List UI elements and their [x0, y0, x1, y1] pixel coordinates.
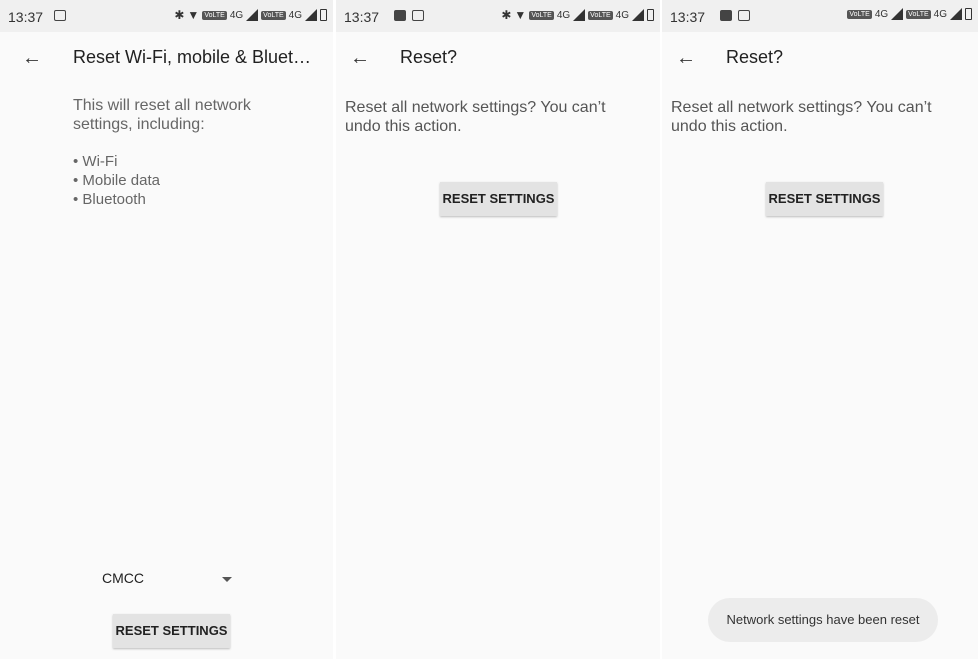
status-bar: 13:37 VoLTE 4G VoLTE 4G: [662, 0, 978, 32]
battery-icon: [647, 9, 654, 21]
status-time: 13:37: [8, 9, 44, 25]
status-time: 13:37: [344, 9, 380, 25]
network-type: 4G: [933, 8, 947, 20]
sim-icon: [54, 10, 66, 21]
page-title: Reset?: [400, 47, 458, 67]
signal-icon: [305, 9, 317, 21]
bluetooth-icon: ✱: [174, 8, 185, 22]
page-title: Reset?: [726, 47, 784, 67]
status-bar: 13:37 ✱ ▼ VoLTE 4G VoLTE 4G: [336, 0, 660, 32]
wifi-icon: ▼: [187, 8, 200, 22]
signal-icon: [891, 8, 904, 20]
sim-icon: [738, 10, 750, 21]
back-arrow-icon[interactable]: ←: [346, 44, 374, 72]
network-type: 4G: [229, 9, 244, 21]
battery-icon: [965, 8, 972, 20]
signal-icon: [950, 8, 962, 20]
network-type: 4G: [288, 9, 302, 21]
list-item: Wi-Fi: [73, 152, 160, 171]
volte-badge: VoLTE: [529, 10, 554, 20]
image-notification-icon: [394, 10, 406, 21]
volte-badge: VoLTE: [261, 10, 286, 20]
status-time: 13:37: [670, 9, 706, 25]
reset-items-list: Wi-Fi Mobile data Bluetooth: [73, 152, 160, 209]
volte-badge: VoLTE: [906, 9, 931, 19]
battery-icon: [320, 9, 327, 21]
list-item: Bluetooth: [73, 190, 160, 209]
reset-settings-button[interactable]: RESET SETTINGS: [113, 614, 230, 648]
app-bar: ← Reset?: [336, 36, 660, 84]
volte-badge: VoLTE: [847, 9, 872, 19]
volte-badge: VoLTE: [202, 10, 227, 20]
status-bar: 13:37 ✱ ▼ VoLTE 4G VoLTE 4G: [0, 0, 333, 32]
list-item: Mobile data: [73, 171, 160, 190]
signal-icon: [573, 9, 586, 21]
network-type: 4G: [556, 9, 571, 21]
confirm-message: Reset all network settings? You can’t un…: [345, 99, 606, 135]
screen-reset-options: 13:37 ✱ ▼ VoLTE 4G VoLTE 4G ← Reset Wi-F…: [0, 0, 333, 659]
reset-description: This will reset all network settings, in…: [73, 97, 251, 133]
reset-settings-button[interactable]: RESET SETTINGS: [766, 182, 883, 216]
app-bar: ← Reset?: [662, 36, 978, 84]
screen-confirm-reset: 13:37 ✱ ▼ VoLTE 4G VoLTE 4G ← Reset? Res…: [336, 0, 660, 659]
reset-settings-button[interactable]: RESET SETTINGS: [440, 182, 557, 216]
back-arrow-icon[interactable]: ←: [18, 44, 46, 72]
back-arrow-icon[interactable]: ←: [672, 44, 700, 72]
image-notification-icon: [720, 10, 732, 21]
wifi-icon: ▼: [514, 8, 527, 22]
screen-reset-done: 13:37 VoLTE 4G VoLTE 4G ← Reset? Reset a…: [662, 0, 978, 659]
network-type: 4G: [874, 8, 889, 20]
signal-icon: [632, 9, 644, 21]
network-type: 4G: [615, 9, 629, 21]
toast-message: Network settings have been reset: [708, 598, 938, 642]
volte-badge: VoLTE: [588, 10, 613, 20]
carrier-label: CMCC: [102, 570, 144, 586]
app-bar: ← Reset Wi-Fi, mobile & Bluet…: [0, 36, 333, 84]
dropdown-arrow-icon[interactable]: [222, 577, 232, 582]
sim-icon: [412, 10, 424, 21]
confirm-message: Reset all network settings? You can’t un…: [671, 99, 932, 135]
page-title: Reset Wi-Fi, mobile & Bluet…: [73, 47, 312, 67]
signal-icon: [246, 9, 259, 21]
bluetooth-icon: ✱: [501, 8, 512, 22]
